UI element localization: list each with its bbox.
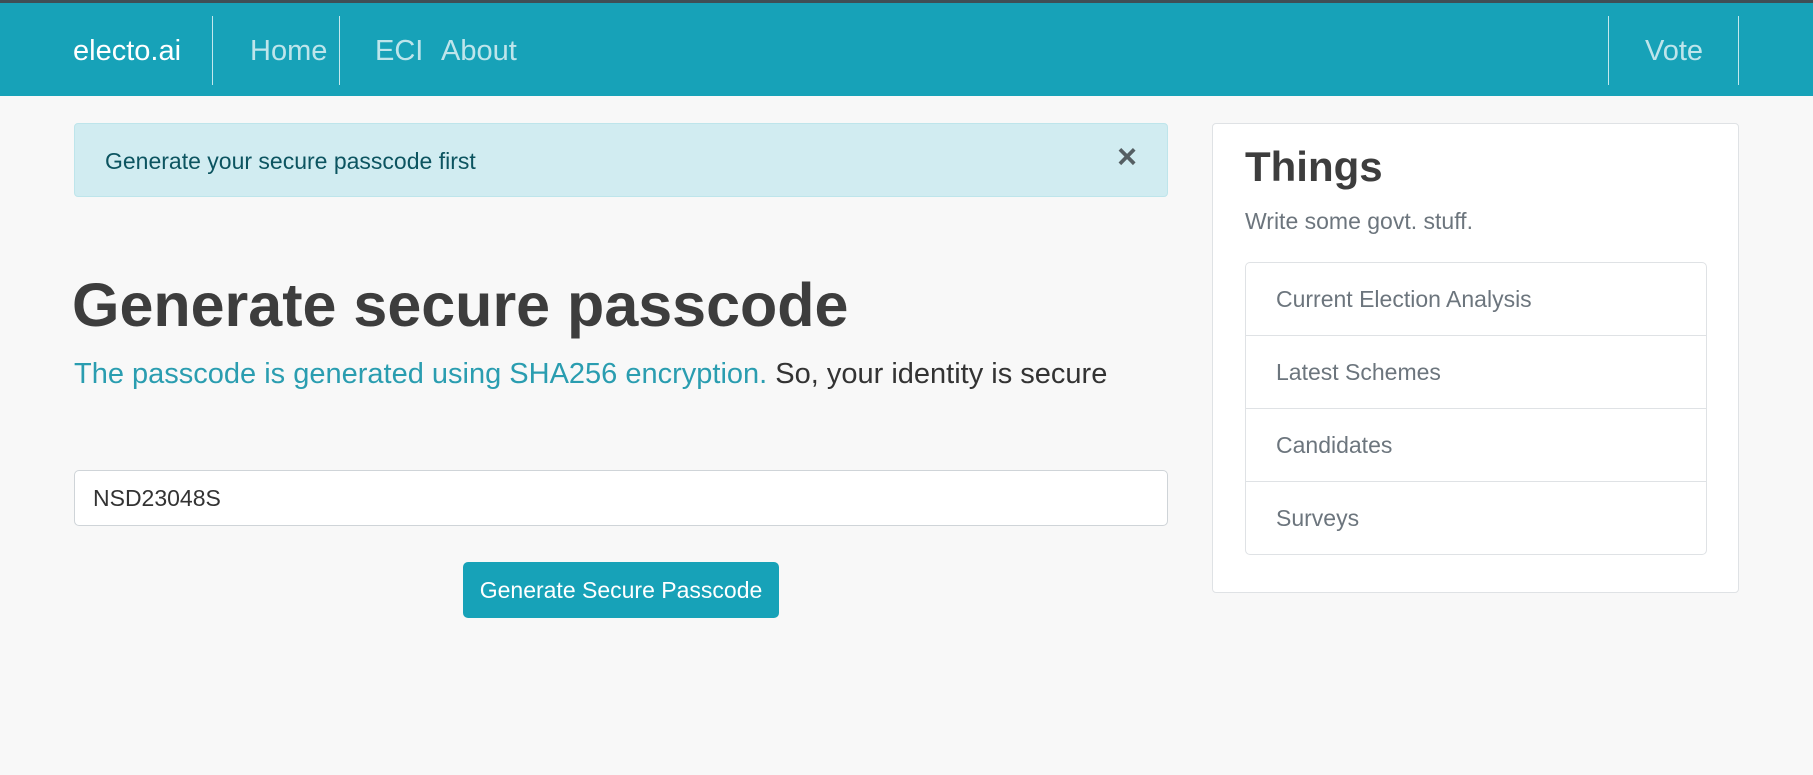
lead-text-rest: So, your identity is secure <box>767 358 1108 390</box>
sidebar-item-latest-schemes[interactable]: Latest Schemes <box>1246 336 1706 409</box>
info-alert: Generate your secure passcode first × <box>74 123 1168 197</box>
page-title: Generate secure passcode <box>72 271 849 339</box>
sidebar-item-candidates[interactable]: Candidates <box>1246 409 1706 482</box>
nav-divider <box>212 16 213 85</box>
nav-divider <box>1738 16 1739 85</box>
sidebar-item-current-election-analysis[interactable]: Current Election Analysis <box>1246 263 1706 336</box>
sidebar-card: Things Write some govt. stuff. Current E… <box>1212 123 1739 593</box>
sidebar-item-surveys[interactable]: Surveys <box>1246 482 1706 554</box>
sidebar-list: Current Election Analysis Latest Schemes… <box>1245 262 1707 555</box>
nav-divider <box>339 16 340 85</box>
passcode-input[interactable] <box>74 470 1168 526</box>
nav-link-about[interactable]: About <box>441 35 517 68</box>
generate-passcode-button[interactable]: Generate Secure Passcode <box>463 562 779 618</box>
lead-text: The passcode is generated using SHA256 e… <box>74 358 1107 391</box>
lead-text-accent: The passcode is generated using SHA256 e… <box>74 358 768 390</box>
sidebar-subtitle: Write some govt. stuff. <box>1245 208 1473 234</box>
nav-link-home[interactable]: Home <box>250 35 327 68</box>
alert-message: Generate your secure passcode first <box>105 148 476 174</box>
nav-link-eci[interactable]: ECI <box>375 35 423 68</box>
close-icon[interactable]: × <box>1117 140 1137 174</box>
sidebar-title: Things <box>1245 143 1383 190</box>
nav-link-vote[interactable]: Vote <box>1645 35 1703 68</box>
brand-logo[interactable]: electo.ai <box>73 35 181 68</box>
top-navbar: electo.ai Home ECI About Vote <box>0 0 1813 96</box>
nav-divider <box>1608 16 1609 85</box>
